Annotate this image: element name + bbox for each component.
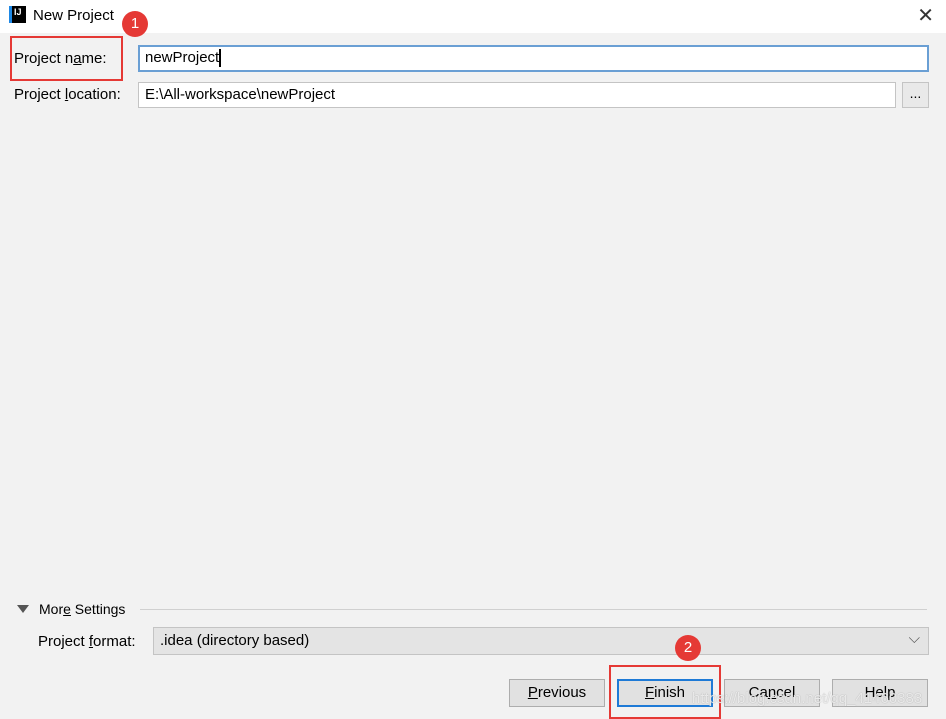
project-format-label: Project format: [38, 633, 136, 650]
annotation-badge-2: 2 [675, 635, 701, 661]
project-location-input[interactable]: E:\All-workspace\newProject [138, 82, 896, 108]
watermark: https://blog.csdn.net/qq_41460383 [692, 690, 923, 707]
previous-button[interactable]: Previous [509, 679, 605, 707]
window-title: New Project [33, 7, 114, 24]
text-caret [219, 49, 222, 68]
app-icon-text: IJ [14, 7, 22, 17]
close-icon[interactable]: ✕ [917, 3, 934, 28]
browse-button[interactable]: ... [902, 82, 929, 108]
collapse-triangle-icon[interactable] [17, 605, 29, 613]
annotation-badge-1: 1 [122, 11, 148, 37]
project-name-value: newProject [145, 49, 220, 66]
divider [140, 609, 927, 610]
project-location-label: Project location: [14, 86, 121, 103]
intellij-idea-icon: IJ [9, 6, 26, 23]
chevron-down-icon: ⌵ [908, 630, 920, 647]
project-format-value: .idea (directory based) [160, 632, 310, 649]
project-name-input[interactable]: newProject [138, 45, 929, 72]
project-format-select[interactable]: .idea (directory based) ⌵ [153, 627, 929, 655]
more-settings-toggle[interactable]: More Settings [39, 601, 125, 617]
annotation-box-1 [10, 36, 123, 81]
